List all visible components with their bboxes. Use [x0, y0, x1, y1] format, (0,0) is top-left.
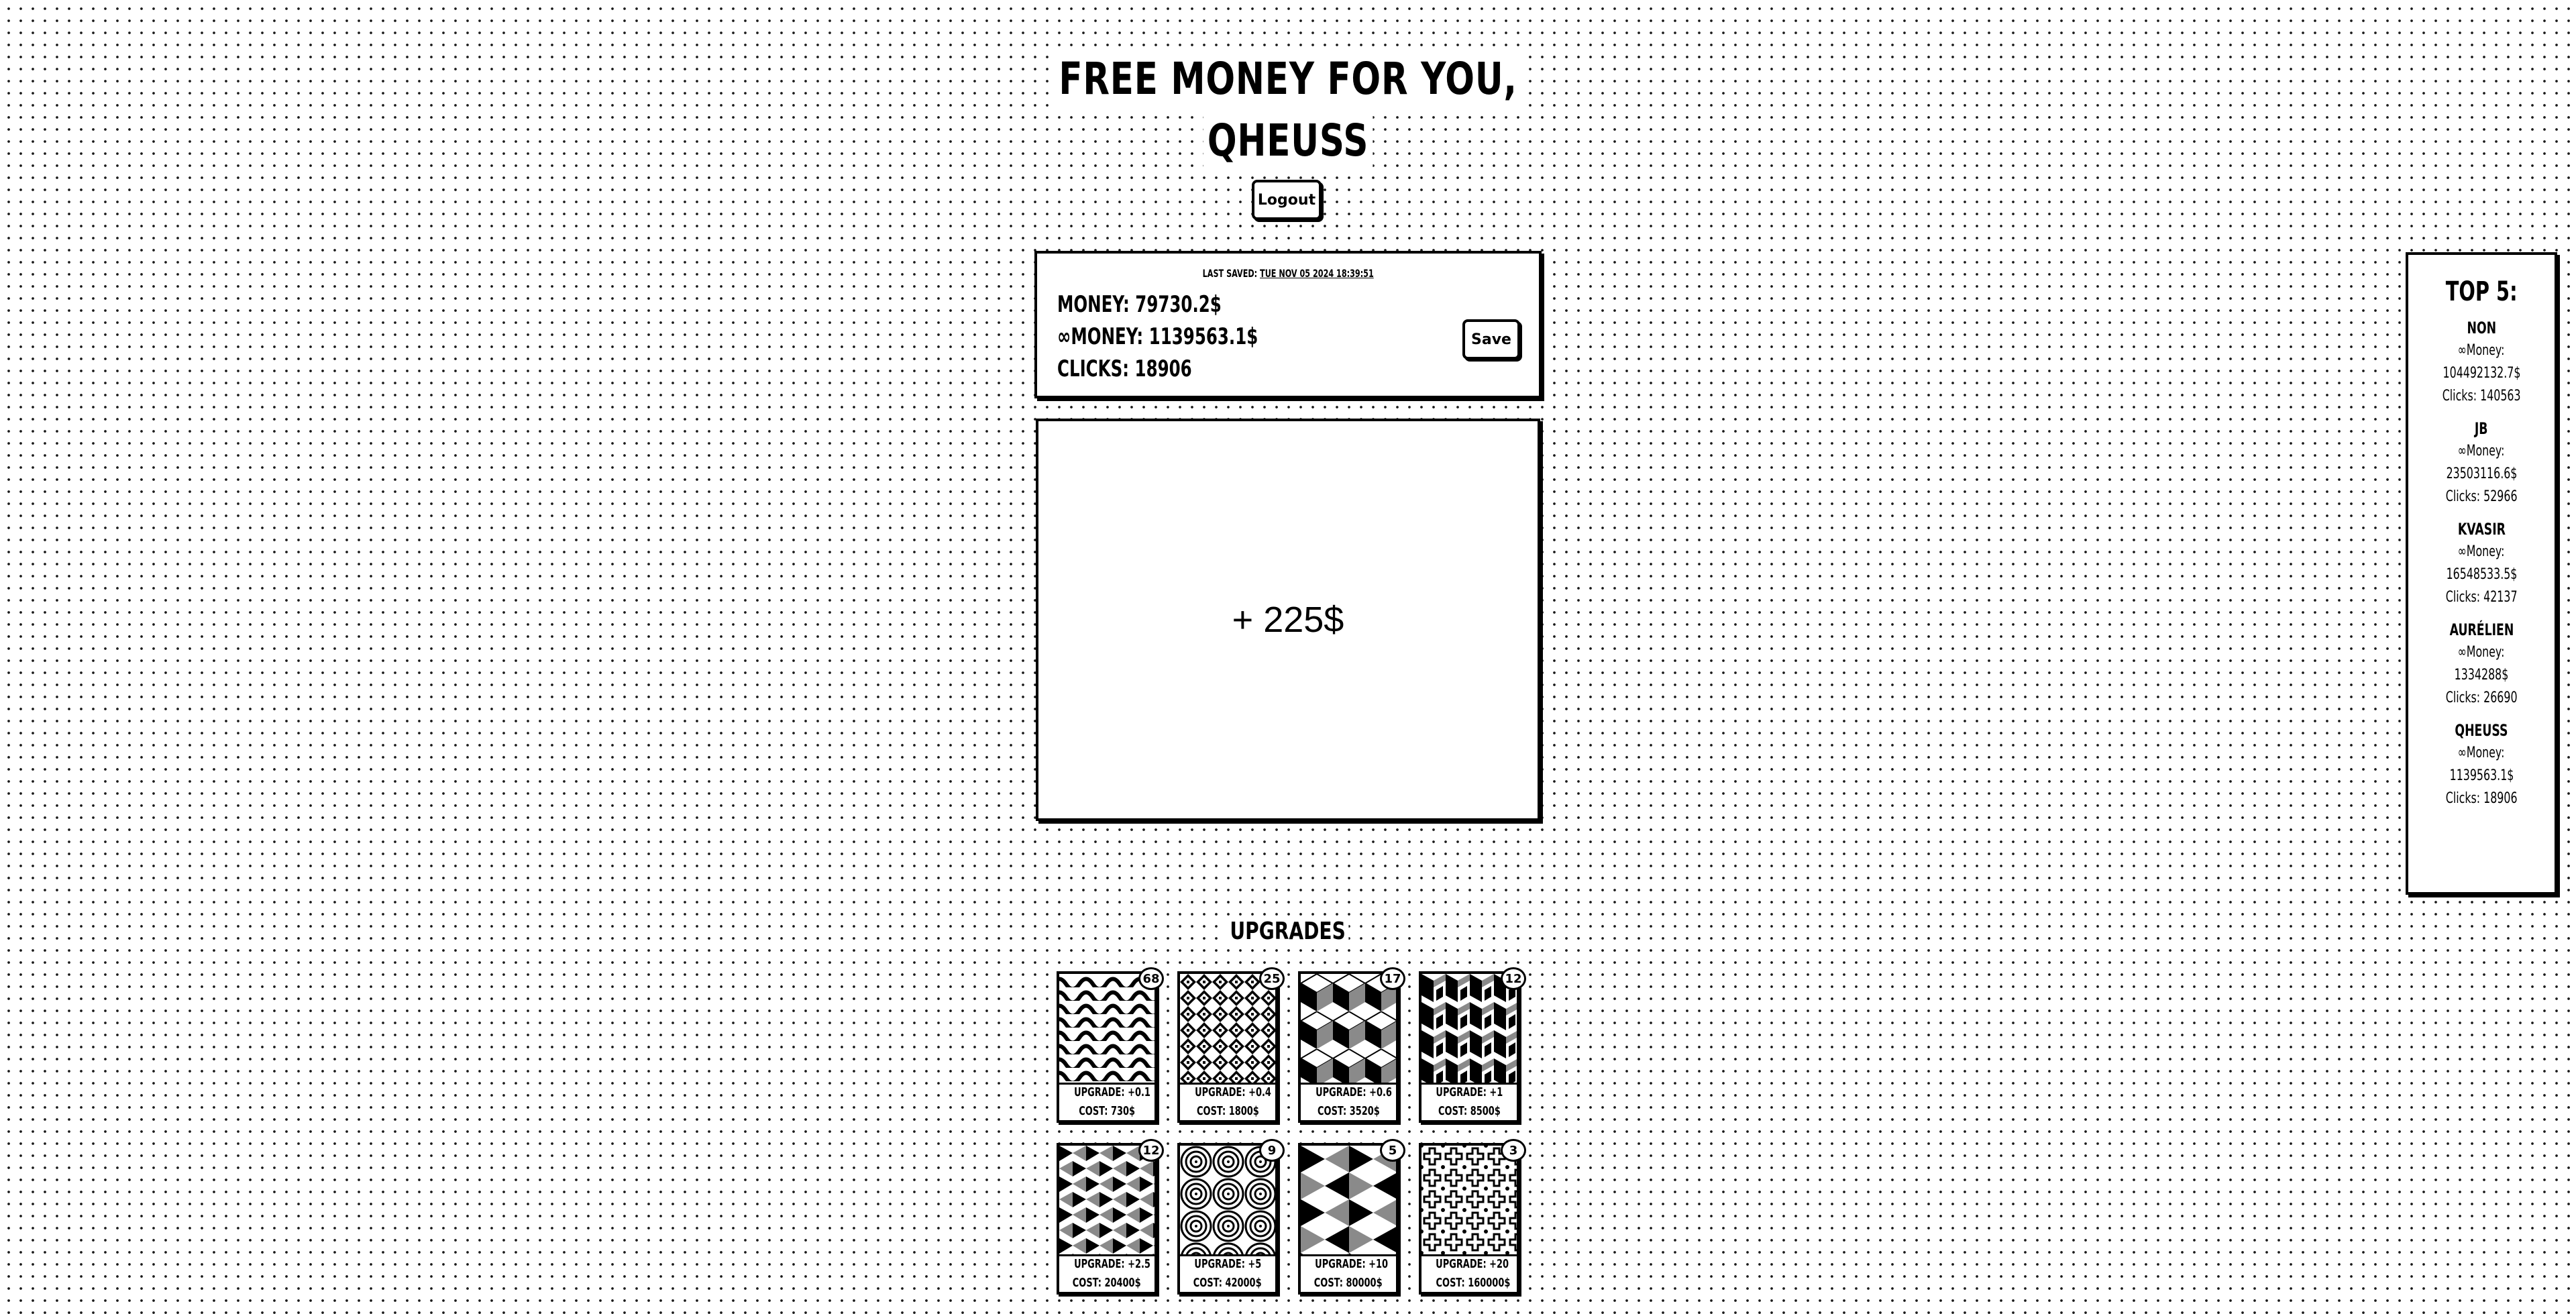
upgrade-count-badge: 9 [1259, 1139, 1285, 1162]
player-name: NON [2467, 319, 2496, 337]
upgrade-count-badge: 17 [1380, 967, 1405, 990]
upgrade-card[interactable]: 17 UPGRADE: +0.6 COST: 3520$ [1298, 967, 1405, 1123]
last-saved: LAST SAVED: TUE NOV 05 2024 18:39:51 [1037, 267, 1539, 280]
page-title: FREE MONEY FOR YOU, QHEUSS [0, 48, 2576, 172]
upgrade-amount: UPGRADE: +0.4 [1195, 1085, 1271, 1099]
upgrade-count-badge: 25 [1259, 967, 1285, 990]
concentric-circles-pattern-icon [1180, 1146, 1275, 1256]
clicks-value: CLICKS: 18906 [1057, 355, 1192, 382]
last-saved-value: TUE NOV 05 2024 18:39:51 [1259, 267, 1374, 280]
player-money-label: ∞Money: [2458, 543, 2505, 560]
leaderboard-entry: NON ∞Money: 104492132.7$ Clicks: 140563 [2408, 317, 2555, 408]
upgrade-card[interactable]: 9 UPGRADE: +5 COST: 42000$ [1177, 1139, 1285, 1295]
upgrade-card[interactable]: 3 UPGRADE: +20 COST: 160000$ [1419, 1139, 1526, 1295]
stats-panel: LAST SAVED: TUE NOV 05 2024 18:39:51 MON… [1034, 251, 1542, 398]
player-money: 23503116.6$ [2446, 466, 2517, 482]
waves-pattern-icon [1059, 974, 1155, 1085]
upgrades-title: UPGRADES [0, 918, 2576, 945]
click-gain-text: + 225$ [1232, 600, 1344, 640]
player-money-label: ∞Money: [2458, 342, 2505, 359]
upgrade-amount: UPGRADE: +1 [1436, 1085, 1503, 1099]
last-saved-label: LAST SAVED: [1202, 267, 1257, 280]
player-money: 16548533.5$ [2446, 566, 2517, 583]
upgrade-amount: UPGRADE: +20 [1436, 1257, 1509, 1271]
leaderboard-title: TOP 5: [2445, 276, 2518, 307]
upgrade-cost: COST: 42000$ [1193, 1276, 1262, 1290]
player-name: QHEUSS [2455, 721, 2508, 740]
infinite-money-value: ∞MONEY: 1139563.1$ [1057, 323, 1258, 350]
upgrade-count-badge: 12 [1138, 1139, 1164, 1162]
player-clicks: Clicks: 52966 [2445, 488, 2518, 505]
upgrade-cost: COST: 80000$ [1314, 1276, 1383, 1290]
leaderboard-entry: QHEUSS ∞Money: 1139563.1$ Clicks: 18906 [2408, 719, 2555, 810]
iso-blocks-pattern-icon [1421, 974, 1517, 1085]
upgrade-cost: COST: 1800$ [1196, 1104, 1259, 1118]
upgrade-card[interactable]: 5 UPGRADE: +10 COST: 80000$ [1298, 1139, 1405, 1295]
crosses-pattern-icon [1421, 1146, 1517, 1256]
upgrade-amount: UPGRADE: +2.5 [1074, 1257, 1150, 1271]
player-money: 1334288$ [2454, 667, 2509, 683]
leaderboard-entry: JB ∞Money: 23503116.6$ Clicks: 52966 [2408, 417, 2555, 508]
upgrade-count-badge: 5 [1380, 1139, 1405, 1162]
upgrade-cost: COST: 8500$ [1438, 1104, 1501, 1118]
money-value: MONEY: 79730.2$ [1057, 291, 1222, 318]
upgrade-cost: COST: 730$ [1079, 1104, 1135, 1118]
player-clicks: Clicks: 42137 [2445, 589, 2518, 606]
logout-button[interactable]: Logout [1252, 180, 1322, 220]
upgrade-cost: COST: 160000$ [1436, 1276, 1511, 1290]
player-name: JB [2475, 419, 2488, 438]
upgrade-count-badge: 68 [1138, 967, 1164, 990]
upgrade-card[interactable]: 68 UPGRADE: +0.1 COST: 730$ [1057, 967, 1164, 1123]
upgrade-count-badge: 12 [1501, 967, 1526, 990]
title-line-1: FREE MONEY FOR YOU, [1055, 48, 1521, 110]
upgrade-card[interactable]: 12 UPGRADE: +2.5 COST: 20400$ [1057, 1139, 1164, 1295]
title-line-2-username: QHEUSS [1203, 110, 1373, 172]
upgrade-amount: UPGRADE: +10 [1315, 1257, 1389, 1271]
upgrade-count-badge: 3 [1501, 1139, 1526, 1162]
upgrade-card[interactable]: 25 UPGRADE: +0.4 COST: 1800$ [1177, 967, 1285, 1123]
leaderboard-panel: TOP 5: NON ∞Money: 104492132.7$ Clicks: … [2406, 252, 2557, 895]
player-name: AURÉLIEN [2449, 620, 2514, 639]
player-money-label: ∞Money: [2458, 644, 2505, 661]
player-money: 104492132.7$ [2443, 365, 2520, 382]
player-money: 1139563.1$ [2449, 767, 2514, 784]
player-clicks: Clicks: 18906 [2445, 790, 2518, 807]
cubes-pattern-icon [1301, 974, 1396, 1085]
upgrade-amount: UPGRADE: +0.1 [1074, 1085, 1150, 1099]
leaderboard-entry: KVASIR ∞Money: 16548533.5$ Clicks: 42137 [2408, 518, 2555, 609]
upgrade-cost: COST: 3520$ [1317, 1104, 1380, 1118]
upgrade-amount: UPGRADE: +5 [1194, 1257, 1261, 1271]
player-name: KVASIR [2457, 520, 2506, 539]
upgrade-amount: UPGRADE: +0.6 [1316, 1085, 1392, 1099]
player-money-label: ∞Money: [2458, 443, 2505, 459]
upgrade-card[interactable]: 12 UPGRADE: +1 COST: 8500$ [1419, 967, 1526, 1123]
player-clicks: Clicks: 26690 [2445, 690, 2518, 706]
upgrade-cost: COST: 20400$ [1073, 1276, 1141, 1290]
save-button[interactable]: Save [1462, 319, 1520, 360]
shaded-triangles-pattern-icon [1301, 1146, 1396, 1256]
money-click-area[interactable]: + 225$ [1036, 419, 1540, 821]
player-money-label: ∞Money: [2458, 745, 2505, 761]
triangles-pattern-icon [1059, 1146, 1155, 1256]
diamond-lattice-pattern-icon [1180, 974, 1275, 1085]
player-clicks: Clicks: 140563 [2442, 388, 2521, 404]
leaderboard-entry: AURÉLIEN ∞Money: 1334288$ Clicks: 26690 [2408, 618, 2555, 710]
